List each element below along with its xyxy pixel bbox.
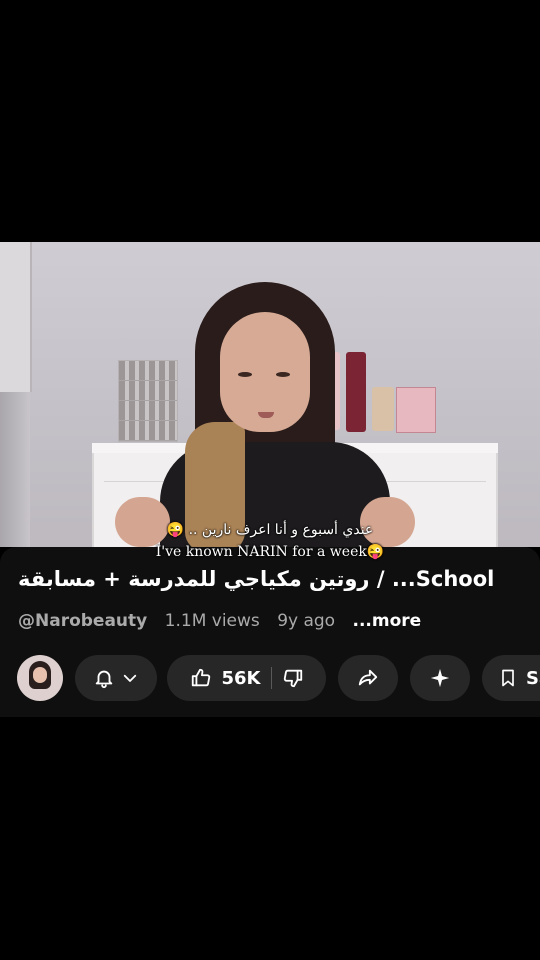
subtitle-english: I've known NARIN for a week😜 [155,544,385,560]
picture-frame [0,242,32,392]
subtitle-arabic: عندي أسبوع و أنا اعرف نارين .. 😜 [166,522,374,538]
subscription-bell-button[interactable] [75,655,157,701]
dislike-button[interactable] [282,667,304,689]
more-link[interactable]: ...more [352,611,421,631]
channel-handle[interactable]: @Narobeauty [18,611,147,631]
video-player[interactable] [0,242,540,547]
bookmark-icon [498,667,518,689]
share-button[interactable] [338,655,398,701]
presenter [115,282,415,547]
like-dislike-group: 56K [167,655,326,701]
bell-icon [93,667,115,689]
thumbs-up-icon [190,667,212,689]
video-meta: @Narobeauty 1.1M views 9y ago ...more [18,611,421,631]
like-button[interactable]: 56K [190,667,261,689]
action-bar: 56K Sa [0,654,540,702]
upload-age: 9y ago [277,611,336,631]
video-title[interactable]: روتين مكياجي للمدرسة + مسابقة / ...Schoo… [18,567,538,591]
chevron-down-icon [121,669,139,687]
like-divider [270,667,272,689]
pink-palette [396,387,436,433]
share-icon [357,667,379,689]
thumbs-down-icon [282,667,304,689]
ask-ai-button[interactable] [410,655,470,701]
save-button[interactable]: Sa [482,655,540,701]
view-count: 1.1M views [164,611,260,631]
subtitles: عندي أسبوع و أنا اعرف نارين .. 😜 I've kn… [0,520,540,562]
like-count: 56K [221,667,261,689]
channel-avatar[interactable] [17,655,63,701]
sparkle-icon [429,667,451,689]
save-label: Sa [526,667,540,689]
